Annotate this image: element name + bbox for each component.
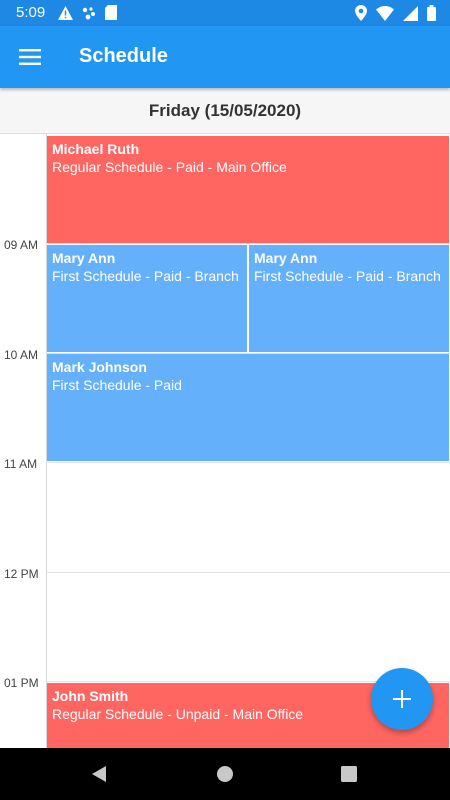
hour-label: 09 AM <box>4 238 39 252</box>
hour-line <box>46 243 450 244</box>
hour-label: 12 PM <box>4 567 39 581</box>
event-detail: First Schedule - Paid - Branch <box>254 268 441 284</box>
event-detail: First Schedule - Paid - Branch <box>52 268 239 284</box>
date-header[interactable]: Friday (15/05/2020) <box>0 88 450 134</box>
event-name: Mary Ann <box>254 250 318 266</box>
back-icon <box>92 766 106 782</box>
location-icon <box>355 5 367 21</box>
hour-line <box>46 462 450 463</box>
event-name: Mary Ann <box>52 250 116 266</box>
battery-icon <box>427 5 436 21</box>
hour-label: 01 PM <box>4 676 39 690</box>
hour-line <box>46 572 450 573</box>
app-bar: Schedule <box>0 26 450 88</box>
event-card[interactable]: Mark Johnson First Schedule - Paid <box>47 354 449 461</box>
day-calendar[interactable]: 09 AM 10 AM 11 AM 12 PM 01 PM Michael Ru… <box>0 134 450 748</box>
assistant-dots-icon <box>82 6 95 19</box>
add-event-button[interactable] <box>371 668 433 730</box>
warning-icon <box>58 5 73 20</box>
sd-card-icon <box>105 5 117 20</box>
status-time: 5:09 <box>16 4 46 21</box>
date-label: Friday (15/05/2020) <box>148 100 302 120</box>
page-title: Schedule <box>79 45 168 67</box>
hour-label: 10 AM <box>4 348 39 362</box>
recents-icon <box>341 766 357 782</box>
menu-button[interactable] <box>12 39 48 75</box>
event-card[interactable]: Mary Ann First Schedule - Paid - Branch <box>47 245 247 352</box>
wifi-icon <box>376 5 394 21</box>
event-detail: Regular Schedule - Paid - Main Office <box>52 159 287 175</box>
home-button[interactable] <box>213 762 237 786</box>
recents-button[interactable] <box>337 762 361 786</box>
signal-icon <box>403 5 418 21</box>
hour-label: 11 AM <box>4 457 38 471</box>
event-name: Michael Ruth <box>52 141 140 157</box>
system-nav-bar <box>0 748 450 800</box>
back-button[interactable] <box>87 762 111 786</box>
event-card[interactable]: Mary Ann First Schedule - Paid - Branch <box>249 245 449 352</box>
plus-icon <box>393 690 411 708</box>
status-bar: 5:09 <box>0 0 450 26</box>
event-name: Mark Johnson <box>52 359 147 375</box>
event-detail: First Schedule - Paid <box>52 377 182 393</box>
home-icon <box>217 766 233 782</box>
hamburger-menu-icon <box>19 49 41 65</box>
event-card[interactable]: Michael Ruth Regular Schedule - Paid - M… <box>47 136 449 243</box>
